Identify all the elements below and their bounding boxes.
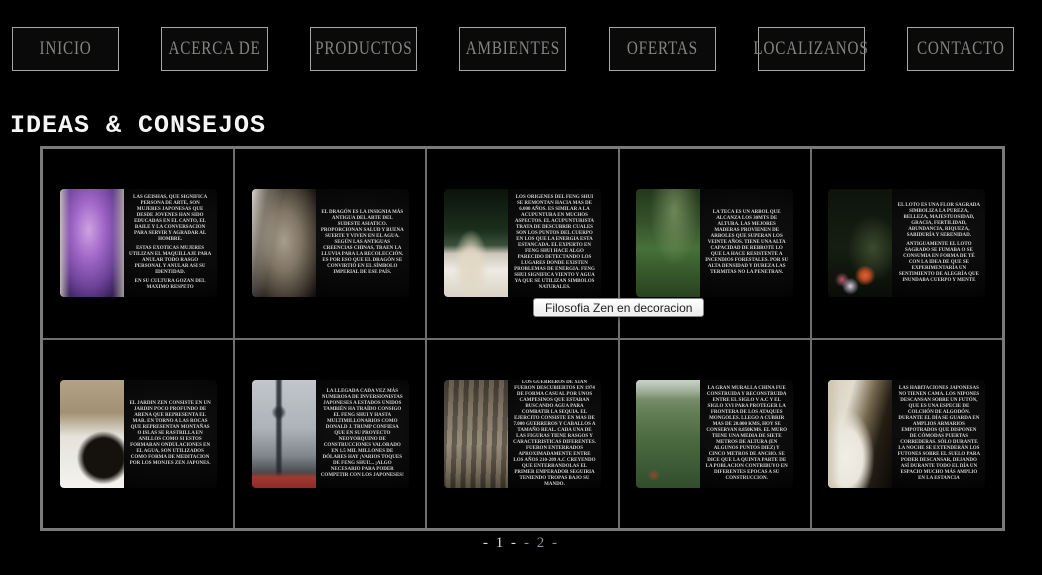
card-paragraph: LAS GEISHAS, QUE SIGNIFICA PERSONA DE AR… xyxy=(129,195,212,243)
card-text: LOS GUERREROS DE XIAN FUERON DESCUBIERTO… xyxy=(508,380,601,488)
idea-card[interactable]: LAS HABITACIONES JAPONESAS NO TIENEN CAM… xyxy=(828,380,985,488)
grid-cell: EL LOTO ES UNA FLOR SAGRADA SIMBOLIZA LA… xyxy=(812,149,1002,338)
idea-card[interactable]: LOS GUERREROS DE XIAN FUERON DESCUBIERTO… xyxy=(444,380,601,488)
grid-cell: LOS GUERREROS DE XIAN FUERON DESCUBIERTO… xyxy=(427,340,617,529)
grid-cell: EL DRAGÓN ES LA INSIGNIA MÁS ANTIGUA DEL… xyxy=(235,149,425,338)
grid-cell: LA LLEGADA CADA VEZ MÁS NUMEROSA DE INVE… xyxy=(235,340,425,529)
ideas-grid: LAS GEISHAS, QUE SIGNIFICA PERSONA DE AR… xyxy=(40,146,1005,531)
card-paragraph: EL JARDIN ZEN CONSISTE EN UN JARDIN POCO… xyxy=(129,401,212,467)
pagination: - 1 - - 2 - xyxy=(0,535,1042,552)
card-text: EL JARDIN ZEN CONSISTE EN UN JARDIN POCO… xyxy=(124,380,217,488)
idea-card[interactable]: EL DRAGÓN ES LA INSIGNIA MÁS ANTIGUA DEL… xyxy=(252,189,409,297)
grid-cell: LAS GEISHAS, QUE SIGNIFICA PERSONA DE AR… xyxy=(43,149,233,338)
card-text: LA GRAN MURALLA CHINA FUE CONSTRUIDA Y R… xyxy=(700,380,793,488)
card-paragraph: LA LLEGADA CADA VEZ MÁS NUMEROSA DE INVE… xyxy=(321,389,404,479)
nav-button-label: INICIO xyxy=(39,38,91,60)
card-paragraph: EN SU CULTURA GOZAN DEL MAXIMO RESPETO xyxy=(129,279,212,291)
great-wall-photo xyxy=(636,380,700,488)
idea-card[interactable]: LAS GEISHAS, QUE SIGNIFICA PERSONA DE AR… xyxy=(60,189,217,297)
tooltip: Filosofia Zen en decoracion xyxy=(533,298,704,317)
idea-card[interactable]: LA LLEGADA CADA VEZ MÁS NUMEROSA DE INVE… xyxy=(252,380,409,488)
nav-button-label: OFERTAS xyxy=(627,38,698,60)
idea-card[interactable]: LA GRAN MURALLA CHINA FUE CONSTRUIDA Y R… xyxy=(636,380,793,488)
page-link-2[interactable]: - 2 - xyxy=(524,535,559,551)
main-nav: INICIO ACERCA DE PRODUCTOS AMBIENTES OFERTAS… xyxy=(12,27,1014,71)
nav-button-localizanos[interactable]: LOCALIZANOS xyxy=(758,27,865,71)
teak-forest-photo xyxy=(636,189,700,297)
card-paragraph: EL DRAGÓN ES LA INSIGNIA MÁS ANTIGUA DEL… xyxy=(321,210,404,276)
nav-button-ambientes[interactable]: AMBIENTES xyxy=(459,27,566,71)
nav-button-label: PRODUCTOS xyxy=(315,38,412,60)
zen-garden-photo xyxy=(60,380,124,488)
nav-button-acerca-de[interactable]: ACERCA DE xyxy=(161,27,268,71)
grid-cell: LAS HABITACIONES JAPONESAS NO TIENEN CAM… xyxy=(812,340,1002,529)
card-paragraph: LAS HABITACIONES JAPONESAS NO TIENEN CAM… xyxy=(897,386,980,482)
card-paragraph: ESTAS EXOTICAS MUJERES UTILIZAN EL MAQUI… xyxy=(129,246,212,276)
card-text: LAS HABITACIONES JAPONESAS NO TIENEN CAM… xyxy=(892,380,985,488)
nav-button-label: CONTACTO xyxy=(917,38,1005,60)
dragon-statue-photo xyxy=(252,189,316,297)
card-paragraph: LA TECA ES UN ARBOL QUE ALCANZA LOS 30MT… xyxy=(705,210,788,276)
card-text: LAS GEISHAS, QUE SIGNIFICA PERSONA DE AR… xyxy=(124,189,217,297)
geisha-photo xyxy=(60,189,124,297)
feng-shui-furniture-photo xyxy=(444,189,508,297)
grid-cell: LA GRAN MURALLA CHINA FUE CONSTRUIDA Y R… xyxy=(620,340,810,529)
card-text: EL LOTO ES UNA FLOR SAGRADA SIMBOLIZA LA… xyxy=(892,189,985,297)
lotus-buddha-photo xyxy=(828,189,892,297)
card-text: LOS ORIGENES DEL FENG SHUI SE REMONTAN H… xyxy=(508,189,601,297)
nav-button-productos[interactable]: PRODUCTOS xyxy=(310,27,417,71)
page-title: IDEAS & CONSEJOS xyxy=(10,111,266,140)
shanghai-tower-photo xyxy=(252,380,316,488)
nav-button-label: AMBIENTES xyxy=(466,38,560,60)
nav-button-label: LOCALIZANOS xyxy=(754,38,869,60)
page-link-1[interactable]: - 1 - xyxy=(483,535,518,551)
card-paragraph: LOS ORIGENES DEL FENG SHUI SE REMONTAN H… xyxy=(513,195,596,291)
card-text: LA TECA ES UN ARBOL QUE ALCANZA LOS 30MT… xyxy=(700,189,793,297)
nav-button-label: ACERCA DE xyxy=(169,38,261,60)
card-paragraph: ANTIGUAMENTE EL LOTO SAGRADO SE FUMABA O… xyxy=(897,242,980,284)
nav-button-contacto[interactable]: CONTACTO xyxy=(907,27,1014,71)
grid-cell: EL JARDIN ZEN CONSISTE EN UN JARDIN POCO… xyxy=(43,340,233,529)
card-text: LA LLEGADA CADA VEZ MÁS NUMEROSA DE INVE… xyxy=(316,380,409,488)
japanese-room-futon-photo xyxy=(828,380,892,488)
idea-card[interactable]: EL JARDIN ZEN CONSISTE EN UN JARDIN POCO… xyxy=(60,380,217,488)
nav-button-ofertas[interactable]: OFERTAS xyxy=(609,27,716,71)
xian-warriors-photo xyxy=(444,380,508,488)
nav-button-inicio[interactable]: INICIO xyxy=(12,27,119,71)
idea-card[interactable]: EL LOTO ES UNA FLOR SAGRADA SIMBOLIZA LA… xyxy=(828,189,985,297)
idea-card[interactable]: LOS ORIGENES DEL FENG SHUI SE REMONTAN H… xyxy=(444,189,601,297)
card-paragraph: EL LOTO ES UNA FLOR SAGRADA SIMBOLIZA LA… xyxy=(897,203,980,239)
card-text: EL DRAGÓN ES LA INSIGNIA MÁS ANTIGUA DEL… xyxy=(316,189,409,297)
card-paragraph: LOS GUERREROS DE XIAN FUERON DESCUBIERTO… xyxy=(513,380,596,488)
idea-card[interactable]: LA TECA ES UN ARBOL QUE ALCANZA LOS 30MT… xyxy=(636,189,793,297)
card-paragraph: LA GRAN MURALLA CHINA FUE CONSTRUIDA Y R… xyxy=(705,386,788,482)
